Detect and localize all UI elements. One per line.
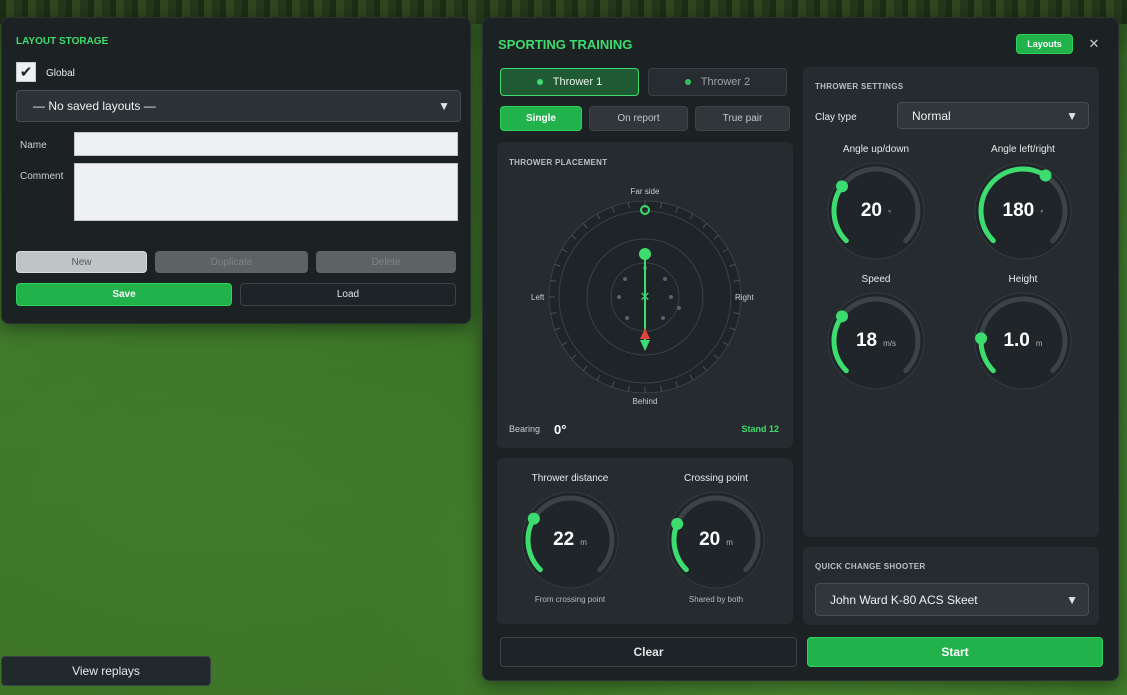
speed-knob[interactable]: 18 m/s	[826, 291, 926, 391]
layouts-button[interactable]: Layouts	[1016, 34, 1073, 54]
shooter-value: John Ward K-80 ACS Skeet	[830, 592, 978, 607]
crossing-point-knob[interactable]: 20 m	[666, 490, 766, 590]
speed-title: Speed	[861, 274, 891, 285]
thrower-distance-title: Thrower distance	[531, 473, 609, 484]
mode-single-button[interactable]: Single	[500, 106, 582, 131]
delete-button[interactable]: Delete	[316, 251, 456, 273]
height-value: 1.0	[1003, 330, 1030, 351]
stand-label: Stand 12	[741, 424, 779, 434]
height-title: Height	[1008, 274, 1038, 285]
distance-section: Thrower distance 22 m From crossing point…	[497, 458, 793, 624]
start-button[interactable]: Start	[807, 637, 1103, 667]
load-button[interactable]: Load	[240, 283, 456, 306]
layout-storage-title: LAYOUT STORAGE	[16, 36, 109, 47]
saved-layouts-select[interactable]: — No saved layouts — ▼	[16, 90, 461, 122]
comment-label: Comment	[20, 171, 64, 182]
angle-left-right-knob[interactable]: 180 °	[973, 161, 1073, 261]
status-dot-icon	[536, 79, 543, 85]
mode-true-pair-button[interactable]: True pair	[695, 106, 790, 131]
speed-value: 18	[855, 330, 878, 351]
clay-type-label: Clay type	[815, 112, 857, 123]
check-icon: ✔	[19, 63, 33, 81]
tab-thrower-2[interactable]: Thrower 2	[648, 68, 787, 96]
mode-on-report-button[interactable]: On report	[589, 106, 688, 131]
caret-down-icon: ▼	[438, 99, 450, 113]
caret-down-icon: ▼	[1066, 592, 1078, 607]
angle-up-down-title: Angle up/down	[842, 144, 910, 155]
crossing-point-unit: m	[726, 537, 733, 547]
bearing-label: Bearing	[509, 424, 541, 434]
shooter-select[interactable]: John Ward K-80 ACS Skeet ▼	[815, 583, 1089, 616]
tab-thrower-2-label: Thrower 2	[700, 76, 751, 88]
angle-up-down-unit: °	[887, 208, 892, 218]
global-label: Global	[46, 68, 75, 79]
layout-storage-panel: LAYOUT STORAGE ✔ Global — No saved layou…	[1, 17, 471, 324]
right-label: Right	[735, 293, 754, 302]
behind-label: Behind	[632, 397, 658, 406]
speed-unit: m/s	[883, 338, 897, 348]
height-unit: m	[1035, 338, 1043, 348]
thrower-handle[interactable]	[639, 248, 651, 260]
crossing-point-subtitle: Shared by both	[688, 595, 744, 604]
bearing-value: 0°	[554, 422, 567, 437]
panel-title: SPORTING TRAINING	[498, 37, 633, 52]
thrower-distance-subtitle: From crossing point	[534, 595, 606, 604]
clay-type-value: Normal	[912, 108, 951, 123]
angle-left-right-title: Angle left/right	[991, 144, 1055, 155]
angle-up-down-knob[interactable]: 20 °	[826, 161, 926, 261]
new-button[interactable]: New	[16, 251, 147, 273]
height-knob[interactable]: 1.0 m	[973, 291, 1073, 391]
clear-button[interactable]: Clear	[500, 637, 797, 667]
save-button[interactable]: Save	[16, 283, 232, 306]
thrower-distance-knob[interactable]: 22 m	[520, 490, 620, 590]
far-side-label: Far side	[630, 187, 660, 196]
sporting-training-panel: SPORTING TRAINING Layouts ✕ Thrower 1 Th…	[482, 17, 1119, 681]
global-checkbox[interactable]: ✔	[16, 62, 36, 82]
thrower-placement-section: THROWER PLACEMENT ✕ Far side Left Right …	[497, 142, 793, 448]
duplicate-button[interactable]: Duplicate	[155, 251, 308, 273]
view-replays-button[interactable]: View replays	[1, 656, 211, 686]
angle-left-right-value: 180	[1002, 200, 1035, 221]
quick-change-shooter-section: QUICK CHANGE SHOOTER John Ward K-80 ACS …	[803, 547, 1099, 625]
tab-thrower-1[interactable]: Thrower 1	[500, 68, 639, 96]
clay-type-select[interactable]: Normal ▼	[897, 102, 1089, 129]
crossing-x-icon: ✕	[640, 290, 651, 305]
close-icon[interactable]: ✕	[1083, 34, 1105, 54]
crossing-point-title: Crossing point	[684, 473, 748, 484]
name-input[interactable]	[74, 132, 458, 156]
name-label: Name	[20, 140, 47, 151]
crossing-point-value: 20	[699, 529, 721, 550]
tab-thrower-1-label: Thrower 1	[552, 76, 603, 88]
quick-change-shooter-title: QUICK CHANGE SHOOTER	[815, 562, 926, 571]
thrower-distance-value: 22	[553, 529, 575, 550]
thrower-distance-unit: m	[580, 537, 587, 547]
angle-up-down-value: 20	[860, 200, 882, 221]
angle-left-right-unit: °	[1040, 208, 1044, 218]
comment-textarea[interactable]	[74, 163, 458, 221]
saved-layouts-value: — No saved layouts —	[33, 99, 156, 113]
thrower-settings-section: THROWER SETTINGS Clay type Normal ▼ Angl…	[803, 67, 1099, 537]
thrower-settings-title: THROWER SETTINGS	[815, 82, 904, 91]
status-dot-icon	[684, 79, 691, 85]
caret-down-icon: ▼	[1066, 108, 1078, 123]
left-label: Left	[531, 293, 545, 302]
